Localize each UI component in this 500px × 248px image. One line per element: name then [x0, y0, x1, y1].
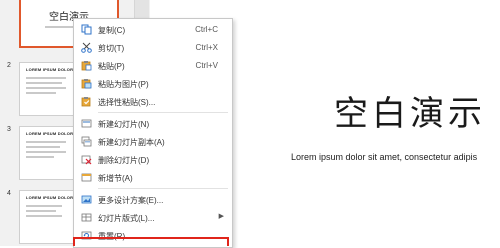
thumbnail-text-line: [26, 77, 66, 79]
menu-item-label: 选择性粘贴(S)...: [98, 98, 156, 107]
highlight-annotation-box: [73, 237, 229, 246]
copy-icon: [81, 24, 92, 35]
menu-item-cut[interactable]: 剪切(T) Ctrl+X: [74, 39, 232, 57]
menu-item-shortcut: Ctrl+C: [195, 25, 218, 34]
delete-slide-icon: [81, 155, 92, 165]
menu-item-new-section[interactable]: 新增节(A): [74, 169, 232, 187]
menu-item-duplicate-slide[interactable]: 新建幻灯片副本(A): [74, 133, 232, 151]
menu-item-label: 复制(C): [98, 26, 126, 35]
thumbnail-heading: LOREM IPSUM DOLOR: [26, 67, 74, 72]
menu-separator: [98, 188, 228, 189]
menu-item-label: 更多设计方案(E)...: [98, 196, 164, 205]
thumbnail-heading: LOREM IPSUM DOLOR: [26, 131, 74, 136]
thumbnail-text-line: [26, 82, 62, 84]
context-menu: 复制(C) Ctrl+C 剪切(T) Ctrl+X 粘贴(P) Ctrl+V 粘…: [73, 18, 233, 248]
menu-item-paste-as-picture[interactable]: 粘贴为图片(P): [74, 75, 232, 93]
thumbnail-text-line: [26, 92, 56, 94]
new-slide-icon: [81, 119, 92, 128]
menu-item-label: 粘贴(P): [98, 62, 125, 71]
duplicate-slide-icon: [81, 136, 92, 147]
submenu-arrow-icon: ▶: [218, 213, 224, 220]
menu-item-new-slide[interactable]: 新建幻灯片(N): [74, 115, 232, 133]
slide-number: 2: [7, 62, 11, 69]
thumbnail-text-line: [26, 146, 60, 148]
thumbnail-text-line: [26, 141, 66, 143]
menu-item-shortcut: Ctrl+X: [195, 43, 218, 52]
thumbnail-text-line: [26, 215, 62, 217]
menu-item-label: 粘贴为图片(P): [98, 80, 149, 89]
paste-picture-icon: [81, 79, 92, 89]
slide-number: 4: [7, 190, 11, 197]
design-icon: [81, 195, 92, 204]
slide-number: 3: [7, 126, 11, 133]
menu-item-label: 新增节(A): [98, 174, 133, 183]
new-section-icon: [81, 173, 92, 182]
slide-title[interactable]: 空白演示: [334, 86, 486, 135]
menu-item-label: 删除幻灯片(D): [98, 156, 150, 165]
thumbnail-text-line: [26, 151, 66, 153]
menu-item-more-designs[interactable]: 更多设计方案(E)...: [74, 191, 232, 209]
paste-special-icon: [81, 97, 91, 107]
menu-item-label: 新建幻灯片副本(A): [98, 138, 165, 147]
menu-item-copy[interactable]: 复制(C) Ctrl+C: [74, 21, 232, 39]
cut-icon: [81, 42, 92, 53]
menu-item-delete-slide[interactable]: 删除幻灯片(D): [74, 151, 232, 169]
menu-item-slide-layout[interactable]: 幻灯片版式(L)... ▶: [74, 209, 232, 227]
menu-item-shortcut: Ctrl+V: [195, 61, 218, 70]
layout-icon: [81, 213, 92, 222]
menu-item-paste[interactable]: 粘贴(P) Ctrl+V: [74, 57, 232, 75]
slide-subtitle[interactable]: Lorem ipsum dolor sit amet, consectetur …: [291, 152, 477, 162]
menu-item-label: 新建幻灯片(N): [98, 120, 150, 129]
paste-icon: [81, 61, 92, 71]
thumbnail-text-line: [26, 156, 54, 158]
thumbnail-text-line: [26, 87, 66, 89]
menu-item-label: 幻灯片版式(L)...: [98, 214, 155, 223]
thumbnail-text-line: [26, 210, 56, 212]
menu-item-paste-special[interactable]: 选择性粘贴(S)...: [74, 93, 232, 111]
thumbnail-text-line: [26, 205, 62, 207]
menu-item-label: 剪切(T): [98, 44, 125, 53]
thumbnail-heading: LOREM IPSUM DOLOR: [26, 195, 74, 200]
menu-separator: [98, 112, 228, 113]
